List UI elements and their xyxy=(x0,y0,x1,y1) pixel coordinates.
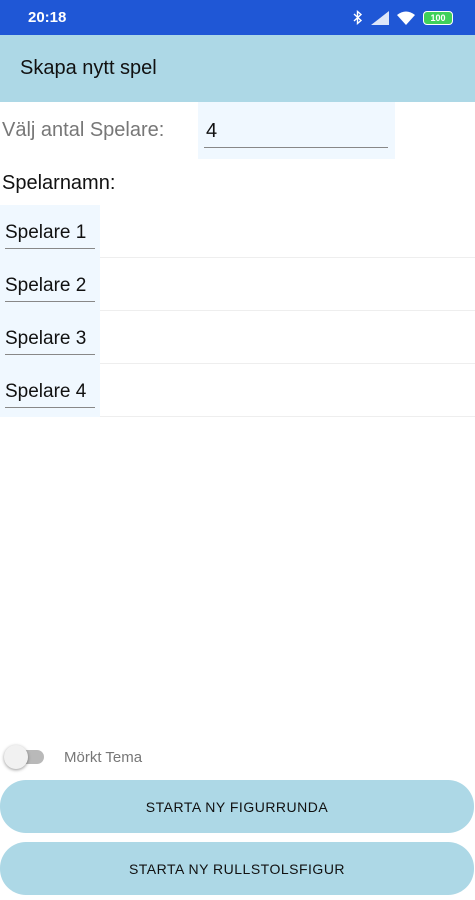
toggle-thumb xyxy=(4,745,28,769)
player-name-input-4[interactable] xyxy=(5,376,95,408)
status-icons: 100 xyxy=(353,10,453,25)
wifi-icon xyxy=(397,11,415,25)
page-title: Skapa nytt spel xyxy=(20,57,157,79)
player-row xyxy=(0,364,475,417)
player-name-input-3[interactable] xyxy=(5,323,95,355)
player-names-heading: Spelarnamn: xyxy=(2,172,116,194)
app-bar: Skapa nytt spel xyxy=(0,35,475,102)
dark-theme-toggle[interactable] xyxy=(4,742,46,772)
bluetooth-icon xyxy=(353,10,363,25)
battery-icon: 100 xyxy=(423,10,453,25)
player-count-row: Välj antal Spelare: xyxy=(0,102,475,159)
player-field xyxy=(0,364,100,417)
player-row xyxy=(0,311,475,364)
player-field xyxy=(0,311,100,364)
player-count-label: Välj antal Spelare: xyxy=(2,119,165,141)
dark-theme-row: Mörkt Tema xyxy=(0,742,475,772)
status-bar: 20:18 100 xyxy=(0,0,475,35)
player-row xyxy=(0,258,475,311)
status-time: 20:18 xyxy=(28,9,67,26)
start-figure-round-button[interactable]: STARTA NY FIGURRUNDA xyxy=(0,780,474,833)
start-wheelchair-figure-button[interactable]: STARTA NY RULLSTOLSFIGUR xyxy=(0,842,474,895)
player-field xyxy=(0,258,100,311)
signal-icon xyxy=(371,10,389,25)
player-field xyxy=(0,205,100,258)
dark-theme-label: Mörkt Tema xyxy=(64,748,143,766)
player-list xyxy=(0,205,475,417)
player-name-input-1[interactable] xyxy=(5,217,95,249)
player-count-input[interactable] xyxy=(204,116,388,148)
player-count-field xyxy=(198,102,395,159)
player-row xyxy=(0,205,475,258)
player-name-input-2[interactable] xyxy=(5,270,95,302)
